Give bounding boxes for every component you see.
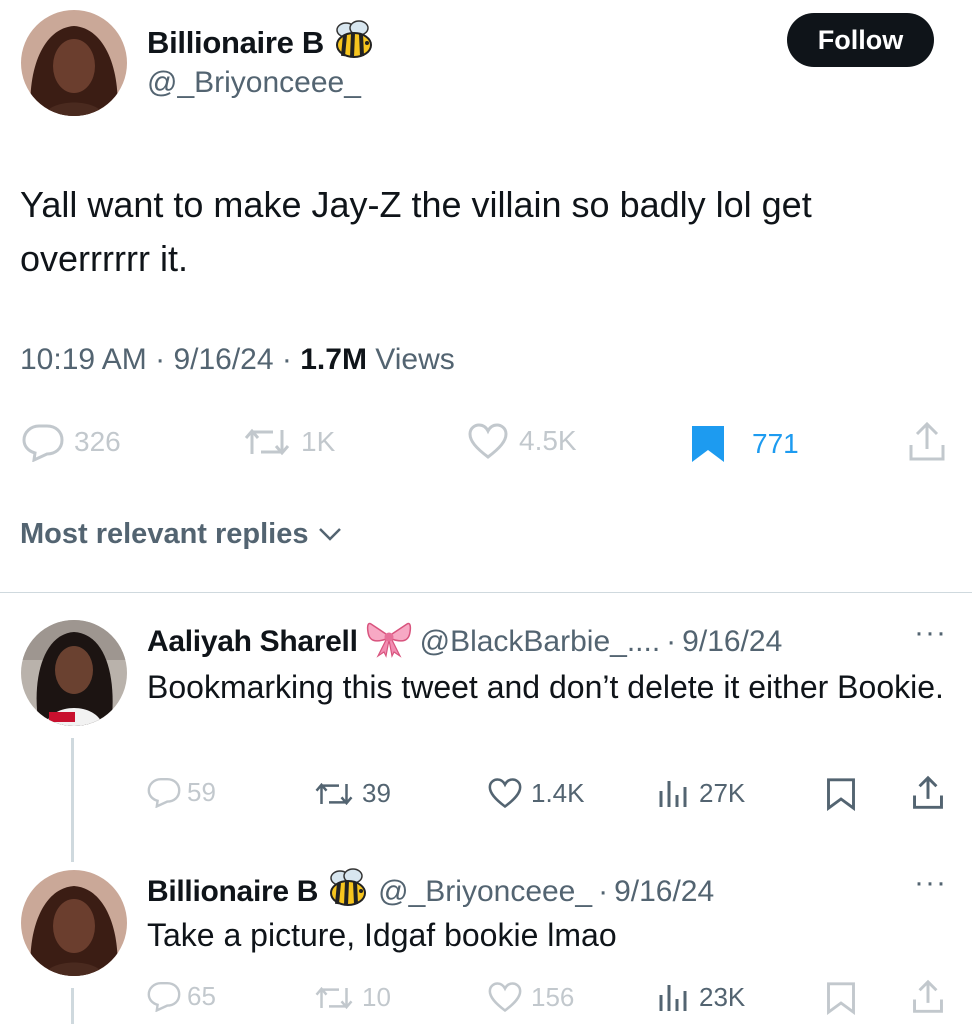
bookmark-count: 771 <box>752 428 799 459</box>
heart-icon <box>487 777 523 809</box>
follow-button[interactable]: Follow <box>787 13 934 67</box>
repost-icon <box>314 779 354 809</box>
reply-header: Billionaire B @_Briyonceee_ · 9/16/24 <box>147 866 714 918</box>
reply-icon <box>147 980 181 1012</box>
views-label: Views <box>375 343 455 376</box>
bookmark-icon <box>826 981 856 1015</box>
views-button[interactable]: 23K <box>657 981 745 1013</box>
repost-button[interactable]: 10 <box>314 982 391 1013</box>
bookmark-filled-icon <box>690 424 726 464</box>
repost-count: 1K <box>301 426 336 457</box>
reply-date[interactable]: 9/16/24 <box>614 875 714 909</box>
repost-count: 10 <box>362 982 391 1012</box>
meta-separator: · <box>281 343 292 376</box>
like-button[interactable]: 156 <box>487 981 574 1013</box>
tweet-meta: 10:19 AM · 9/16/24 · 1.7M Views <box>20 343 455 377</box>
meta-separator: · <box>155 343 166 376</box>
thread-line <box>71 738 74 862</box>
share-button[interactable] <box>912 775 944 811</box>
reply-author-name[interactable]: Billionaire B <box>147 875 318 909</box>
share-icon <box>908 421 946 463</box>
reply-date[interactable]: 9/16/24 <box>682 625 782 659</box>
reply-text: Bookmarking this tweet and don’t delete … <box>147 669 944 705</box>
divider <box>0 592 972 593</box>
reply-count: 326 <box>74 426 121 457</box>
more-options-icon[interactable]: ··· <box>914 616 947 650</box>
author-avatar[interactable] <box>21 10 127 116</box>
bee-emoji-icon <box>332 18 376 67</box>
reply-button[interactable]: 326 <box>22 422 121 462</box>
share-button[interactable] <box>912 979 944 1015</box>
repost-button[interactable]: 39 <box>314 778 391 809</box>
reply-text: Take a picture, Idgaf bookie lmao <box>147 917 617 953</box>
chevron-down-icon <box>317 518 343 551</box>
reply-count: 65 <box>187 980 216 1011</box>
repost-icon <box>243 424 291 460</box>
repost-icon <box>314 983 354 1013</box>
views-count: 27K <box>699 777 746 808</box>
more-options-icon[interactable]: ··· <box>914 866 947 900</box>
reply-count: 59 <box>187 776 216 807</box>
bookmark-icon <box>826 777 856 811</box>
reply-avatar[interactable] <box>21 620 127 726</box>
author-name[interactable]: Billionaire B <box>147 25 324 61</box>
tweet-date[interactable]: 9/16/24 <box>173 343 273 376</box>
tweet-time[interactable]: 10:19 AM <box>20 343 147 376</box>
reply-header: Aaliyah Sharell @BlackBarbie_.... · 9/16… <box>147 618 782 666</box>
heart-icon <box>467 422 509 460</box>
repost-button[interactable]: 1K <box>243 424 335 460</box>
thread-line <box>71 988 74 1024</box>
like-button[interactable]: 1.4K <box>487 777 585 809</box>
reply-handle[interactable]: @BlackBarbie_.... <box>420 625 661 659</box>
like-count: 4.5K <box>519 425 577 456</box>
views-count: 23K <box>699 981 746 1012</box>
bee-emoji-icon <box>326 866 370 918</box>
heart-icon <box>487 981 523 1013</box>
share-button[interactable] <box>908 421 946 463</box>
reply-button[interactable]: 65 <box>147 980 216 1012</box>
author-handle[interactable]: @_Briyonceee_ <box>147 66 361 100</box>
replies-sort-dropdown[interactable]: Most relevant replies <box>20 518 343 551</box>
meta-separator: · <box>666 625 677 658</box>
reply-icon <box>147 776 181 808</box>
like-count: 156 <box>531 981 575 1012</box>
reply-avatar[interactable] <box>21 870 127 976</box>
replies-sort-label: Most relevant replies <box>20 518 309 550</box>
reply-button[interactable]: 59 <box>147 776 216 808</box>
reply-icon <box>22 422 64 462</box>
share-icon <box>912 979 944 1015</box>
reply-handle[interactable]: @_Briyonceee_ <box>378 875 592 909</box>
author-name-row: Billionaire B <box>147 18 376 67</box>
meta-separator: · <box>598 875 609 908</box>
views-count: 1.7M <box>300 343 367 376</box>
repost-count: 39 <box>362 778 391 808</box>
analytics-icon <box>657 777 689 809</box>
ribbon-emoji-icon <box>366 618 412 666</box>
like-button[interactable]: 4.5K <box>467 422 577 460</box>
share-icon <box>912 775 944 811</box>
bookmark-button[interactable] <box>826 981 856 1015</box>
like-count: 1.4K <box>531 777 585 808</box>
reply-author-name[interactable]: Aaliyah Sharell <box>147 625 358 659</box>
analytics-icon <box>657 981 689 1013</box>
views-button[interactable]: 27K <box>657 777 745 809</box>
bookmark-button[interactable]: 771 <box>690 424 799 464</box>
tweet-text: Yall want to make Jay-Z the villain so b… <box>20 184 812 279</box>
bookmark-button[interactable] <box>826 777 856 811</box>
